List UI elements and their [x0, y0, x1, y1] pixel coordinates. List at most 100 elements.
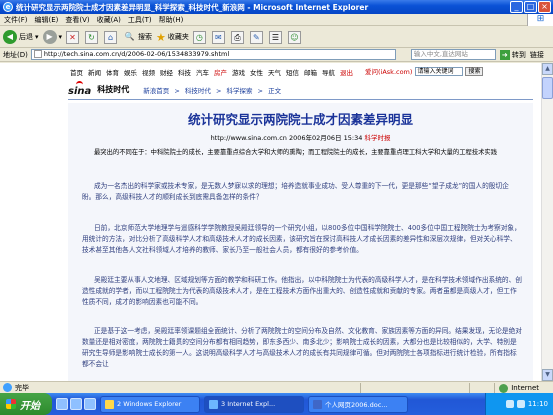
go-arrow-icon: ➜ [499, 49, 510, 60]
ie-quicklaunch-icon[interactable] [70, 398, 82, 410]
nav-sports[interactable]: 体育 [106, 67, 119, 77]
start-label: 开始 [20, 400, 40, 412]
scroll-down-icon[interactable]: ▼ [542, 369, 553, 381]
print-icon[interactable]: ⎙ [230, 30, 244, 44]
tray-network-icon[interactable] [505, 400, 514, 408]
back-button[interactable]: ◀ 后退 ▾ [3, 30, 39, 44]
show-desktop-icon[interactable] [56, 398, 68, 410]
favorites-label: 收藏夹 [167, 33, 189, 41]
task-internet-explorer[interactable]: 3 Internet Expl... [204, 395, 304, 413]
nav-games[interactable]: 游戏 [232, 67, 245, 77]
scroll-thumb[interactable] [542, 77, 553, 99]
breadcrumb: 新浪首页 > 科技时代 > 科学探索 > 正文 [143, 85, 284, 95]
screen: e 统计研究显示两院院士成才因素差异明显_科学探索_科技时代_新浪网 - Mic… [0, 0, 553, 415]
keyword-input[interactable]: 请输入关键词 [415, 66, 464, 76]
status-panels [360, 383, 470, 393]
search-label: 搜索 [138, 33, 153, 41]
nav-ent[interactable]: 娱乐 [124, 67, 137, 77]
sina-header: sina 科技时代 新浪首页 > 科技时代 > 科学探索 > 正文 [68, 80, 533, 100]
nav-home[interactable]: 首页 [70, 67, 83, 77]
home-icon[interactable]: ⌂ [104, 30, 118, 44]
crumb-tech[interactable]: 科技时代 [185, 87, 211, 95]
menu-edit[interactable]: 编辑(E) [35, 15, 59, 25]
page-icon [33, 50, 42, 58]
scroll-up-icon[interactable]: ▲ [542, 63, 553, 75]
clock[interactable]: 11:10 [528, 400, 548, 408]
nav-mail[interactable]: 邮箱 [304, 67, 317, 77]
address-bar: 地址(D) http://tech.sina.com.cn/d/2006-02-… [0, 48, 553, 62]
menu-file[interactable]: 文件(F) [4, 15, 28, 25]
article-meta: http://www.sina.com.cn 2006年02月06日 15:34… [68, 132, 533, 142]
nav-news[interactable]: 新闻 [88, 67, 101, 77]
nav-tech[interactable]: 科技 [178, 67, 191, 77]
tray-volume-icon[interactable] [516, 400, 525, 408]
go-button[interactable]: ➜ 转到 [499, 49, 526, 60]
go-label: 转到 [511, 50, 526, 59]
sina-logo[interactable]: sina [68, 81, 91, 97]
nav-auto[interactable]: 汽车 [196, 67, 209, 77]
folder-icon [105, 399, 114, 409]
nav-logout[interactable]: 退出 [340, 67, 353, 77]
messenger-icon[interactable]: ☺ [287, 30, 301, 44]
top-nav: 首页 新闻 体育 娱乐 视频 财经 科技 汽车 房产 游戏 女性 天气 短信 邮… [70, 67, 358, 77]
article-paragraph: 日前，北京师范大学地理学与遥感科学学院教授吴殿廷领导的一个研究小组，以800多位… [82, 224, 521, 254]
crumb-sep: > [174, 86, 180, 95]
crumb-sep: > [215, 86, 222, 95]
stop-icon[interactable]: ✕ [66, 30, 80, 44]
iask-label: 爱问(iAsk.com) [365, 68, 413, 76]
ie-task-icon [209, 399, 218, 409]
menu-bar: 文件(F) 编辑(E) 查看(V) 收藏(A) 工具(T) 帮助(H) ⊞ [0, 14, 553, 26]
nav-weather[interactable]: 天气 [268, 67, 281, 77]
favorites-button[interactable]: ★ 收藏夹 [156, 31, 189, 44]
minimize-button[interactable]: _ [510, 1, 523, 13]
menu-view[interactable]: 查看(V) [65, 15, 89, 25]
links-button[interactable]: 链接 [530, 50, 544, 60]
status-bar: 完毕 Internet [0, 381, 553, 393]
menu-tools[interactable]: 工具(T) [128, 15, 152, 25]
start-button[interactable]: 开始 [0, 393, 52, 415]
task-label: 2 Windows Explorer [117, 400, 182, 408]
word-icon [313, 399, 322, 409]
task-windows-explorer[interactable]: 2 Windows Explorer [100, 395, 200, 413]
forward-button[interactable]: ▶ ▾ [42, 30, 62, 44]
internet-globe-icon [499, 383, 509, 393]
back-label: 后退 [19, 33, 33, 41]
article-source[interactable]: 科学时报 [364, 134, 390, 142]
nav-video[interactable]: 视频 [142, 67, 155, 77]
task-word-document[interactable]: 个人网页2006.doc... [308, 395, 408, 413]
article: 统计研究显示两院院士成才因素差异明显 http://www.sina.com.c… [68, 103, 533, 381]
chinese-search-input[interactable]: 输入中文,直达网站 [410, 49, 496, 60]
title-bar: e 统计研究显示两院院士成才因素差异明显_科学探索_科技时代_新浪网 - Mic… [0, 0, 553, 14]
nav-finance[interactable]: 财经 [160, 67, 173, 77]
article-paragraph: 吴殿廷主要从事人文地理、区域规划等方面的教学和科研工作。他指出，以中科院院士为代… [82, 276, 522, 306]
search-button[interactable]: 🔍 搜索 [123, 31, 152, 44]
discuss-icon[interactable]: ☰ [268, 30, 282, 44]
iask-search-button[interactable]: 搜索 [465, 66, 484, 76]
page-done-icon [3, 383, 12, 392]
article-date: http://www.sina.com.cn 2006年02月06日 15:34 [210, 134, 363, 142]
address-label: 地址(D) [3, 50, 28, 59]
maximize-button[interactable]: □ [524, 1, 537, 13]
nav-women[interactable]: 女性 [250, 67, 263, 77]
crumb-sep: > [257, 86, 263, 95]
refresh-icon[interactable]: ↻ [85, 30, 99, 44]
edit-icon[interactable]: ✎ [249, 30, 263, 44]
nav-sms[interactable]: 短信 [286, 67, 299, 77]
channel-title: 科技时代 [97, 85, 130, 94]
taskbar: 开始 2 Windows Explorer 3 Internet Expl...… [0, 393, 553, 415]
nav-guide[interactable]: 导航 [322, 67, 335, 77]
menu-help[interactable]: 帮助(H) [159, 15, 184, 25]
menu-favorites[interactable]: 收藏(A) [97, 15, 121, 25]
history-icon[interactable]: ◷ [192, 30, 206, 44]
vertical-scrollbar[interactable]: ▲ ▼ [541, 63, 553, 381]
nav-house[interactable]: 房产 [214, 67, 227, 77]
media-player-icon[interactable] [84, 398, 96, 410]
close-button[interactable]: × [538, 1, 551, 13]
back-arrow-icon: ◀ [3, 30, 17, 44]
crumb-sina-home[interactable]: 新浪首页 [143, 87, 169, 95]
address-input[interactable]: http://tech.sina.com.cn/d/2006-02-06/153… [30, 49, 396, 60]
windows-flag-icon [6, 399, 16, 409]
mail-icon[interactable]: ✉ [211, 30, 225, 44]
crumb-science[interactable]: 科学探索 [226, 87, 252, 95]
windows-logo-icon: ⊞ [527, 14, 553, 26]
